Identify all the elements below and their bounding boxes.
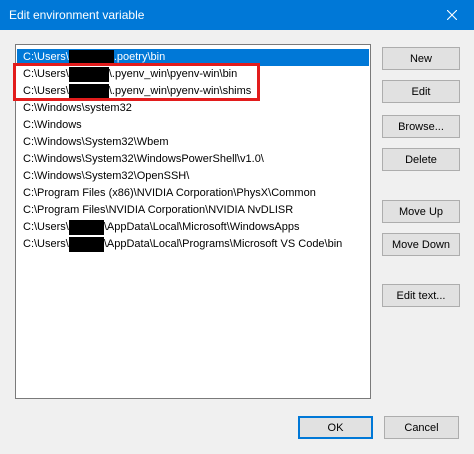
path-list-item[interactable]: C:\Users\ \.pyenv_win\pyenv-win\bin: [17, 66, 369, 83]
path-text: \AppData\Local\Microsoft\WindowsApps: [103, 221, 300, 233]
path-text: \AppData\Local\Programs\Microsoft VS Cod…: [103, 238, 343, 250]
path-text: C:\Program Files (x86)\NVIDIA Corporatio…: [23, 187, 316, 199]
path-list-item[interactable]: C:\Users\ \.pyenv_win\pyenv-win\shims: [17, 83, 369, 100]
new-button[interactable]: New: [382, 47, 460, 70]
path-list-item[interactable]: C:\Users\ \AppData\Local\Programs\Microso…: [17, 236, 369, 253]
path-list-item[interactable]: C:\Windows\System32\Wbem: [17, 134, 369, 151]
path-text: C:\Windows\system32: [23, 102, 132, 114]
cancel-button[interactable]: Cancel: [384, 416, 459, 439]
edit-button[interactable]: Edit: [382, 80, 460, 103]
redaction-block: [68, 237, 104, 252]
path-text: C:\Windows: [23, 119, 82, 131]
path-text: C:\Users\: [23, 85, 69, 97]
move-down-button[interactable]: Move Down: [382, 233, 460, 256]
path-text: C:\Users\: [23, 221, 69, 233]
path-list-item[interactable]: C:\Windows\System32\OpenSSH\: [17, 168, 369, 185]
edit-env-var-dialog: Edit environment variable C:\Users\ .poet…: [0, 0, 474, 454]
path-list-item[interactable]: C:\Program Files\NVIDIA Corporation\NVID…: [17, 202, 369, 219]
path-list-item[interactable]: C:\Users\ .poetry\bin: [17, 49, 369, 66]
path-text: C:\Windows\System32\WindowsPowerShell\v1…: [23, 153, 264, 165]
path-list-item[interactable]: C:\Users\ \AppData\Local\Microsoft\Window…: [17, 219, 369, 236]
title-bar: Edit environment variable: [0, 0, 474, 30]
path-text: \.pyenv_win\pyenv-win\bin: [108, 68, 238, 80]
path-text: C:\Windows\System32\OpenSSH\: [23, 170, 190, 182]
close-icon: [446, 10, 457, 20]
delete-button[interactable]: Delete: [382, 148, 460, 171]
close-button[interactable]: [429, 0, 474, 30]
path-text: \.pyenv_win\pyenv-win\shims: [108, 85, 252, 97]
path-list[interactable]: C:\Users\ .poetry\bin C:\Users\ \.pyenv_win…: [15, 44, 371, 399]
window-title: Edit environment variable: [9, 8, 145, 22]
path-list-item[interactable]: C:\Windows\System32\WindowsPowerShell\v1…: [17, 151, 369, 168]
path-text: .poetry\bin: [113, 51, 166, 63]
browse-button[interactable]: Browse...: [382, 115, 460, 138]
ok-button[interactable]: OK: [298, 416, 373, 439]
path-text: C:\Users\: [23, 51, 69, 63]
redaction-block: [68, 220, 104, 235]
path-list-item[interactable]: C:\Program Files (x86)\NVIDIA Corporatio…: [17, 185, 369, 202]
path-list-item[interactable]: C:\Windows: [17, 117, 369, 134]
redaction-block: [68, 50, 114, 65]
edit-text-button[interactable]: Edit text...: [382, 284, 460, 307]
path-text: C:\Program Files\NVIDIA Corporation\NVID…: [23, 204, 294, 216]
path-list-item[interactable]: C:\Windows\system32: [17, 100, 369, 117]
move-up-button[interactable]: Move Up: [382, 200, 460, 223]
path-text: C:\Users\: [23, 238, 69, 250]
redaction-block: [68, 84, 109, 99]
redaction-block: [68, 67, 109, 82]
path-text: C:\Users\: [23, 68, 69, 80]
path-text: C:\Windows\System32\Wbem: [23, 136, 169, 148]
